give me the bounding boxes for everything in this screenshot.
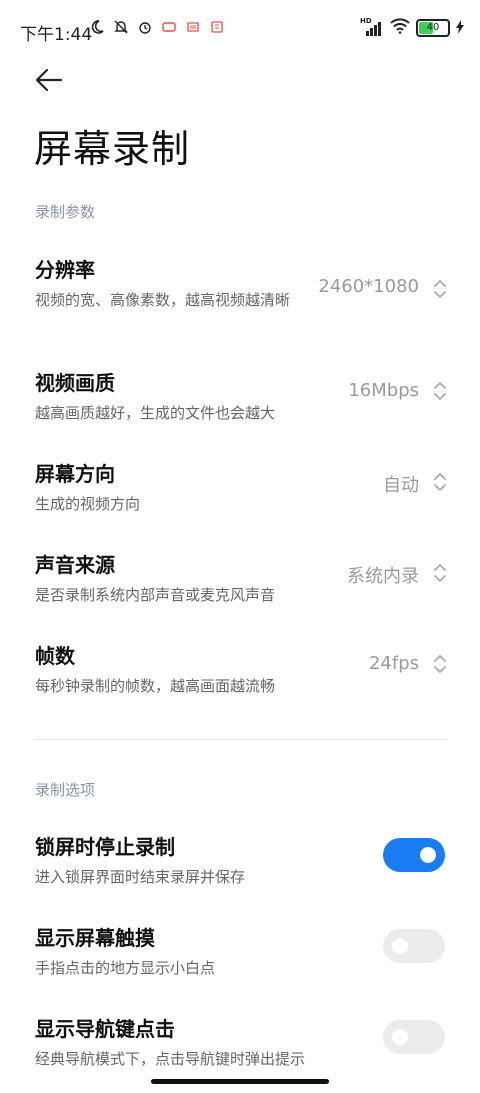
updown-chevron-icon — [434, 563, 446, 583]
moon-icon — [88, 18, 106, 36]
setting-row-frame-rate[interactable]: 帧数 每秒钟录制的帧数，越高画面越流畅 24fps — [35, 640, 447, 698]
show-nav-key-taps-toggle[interactable] — [383, 1020, 445, 1054]
resolution-value: 2460*1080 — [318, 276, 419, 297]
bell-off-icon — [112, 18, 130, 36]
stop-on-lock-toggle[interactable] — [383, 838, 445, 872]
alarm-icon — [136, 18, 154, 36]
updown-chevron-icon — [434, 381, 446, 401]
section-divider — [35, 739, 447, 740]
frame-rate-value: 24fps — [368, 653, 419, 674]
battery-indicator: 40 — [416, 19, 450, 37]
updown-chevron-icon — [434, 472, 446, 492]
audio-source-value: 系统内录 — [347, 566, 419, 587]
setting-row-video-quality[interactable]: 视频画质 越高画质越好，生成的文件也会越大 16Mbps — [35, 367, 447, 425]
back-arrow-icon — [35, 68, 63, 92]
app-notification-icon — [208, 18, 226, 36]
status-time: 下午1:44 — [20, 25, 93, 45]
updown-chevron-icon — [434, 279, 446, 299]
signal-icon: HD — [360, 17, 384, 37]
app-notification-icon — [160, 18, 178, 36]
setting-row-screen-orientation[interactable]: 屏幕方向 生成的视频方向 自动 — [35, 458, 447, 516]
home-indicator[interactable] — [151, 1079, 329, 1084]
section-label-recording-params: 录制参数 — [35, 203, 96, 221]
page-title: 屏幕录制 — [34, 127, 191, 171]
orientation-value: 自动 — [383, 475, 419, 496]
setting-row-audio-source[interactable]: 声音来源 是否录制系统内部声音或麦克风声音 系统内录 — [35, 549, 447, 607]
show-touches-toggle[interactable] — [383, 929, 445, 963]
app-notification-icon — [184, 18, 202, 36]
status-bar: 下午1:44 HD 40 — [0, 0, 480, 60]
wifi-icon — [390, 18, 410, 38]
section-label-recording-options: 录制选项 — [35, 781, 96, 799]
back-button[interactable] — [33, 66, 65, 94]
updown-chevron-icon — [434, 654, 446, 674]
charging-icon — [456, 19, 464, 38]
setting-row-resolution[interactable]: 分辨率 视频的宽、高像素数，越高视频越清晰 2460*1080 — [35, 254, 447, 312]
video-quality-value: 16Mbps — [348, 380, 419, 401]
